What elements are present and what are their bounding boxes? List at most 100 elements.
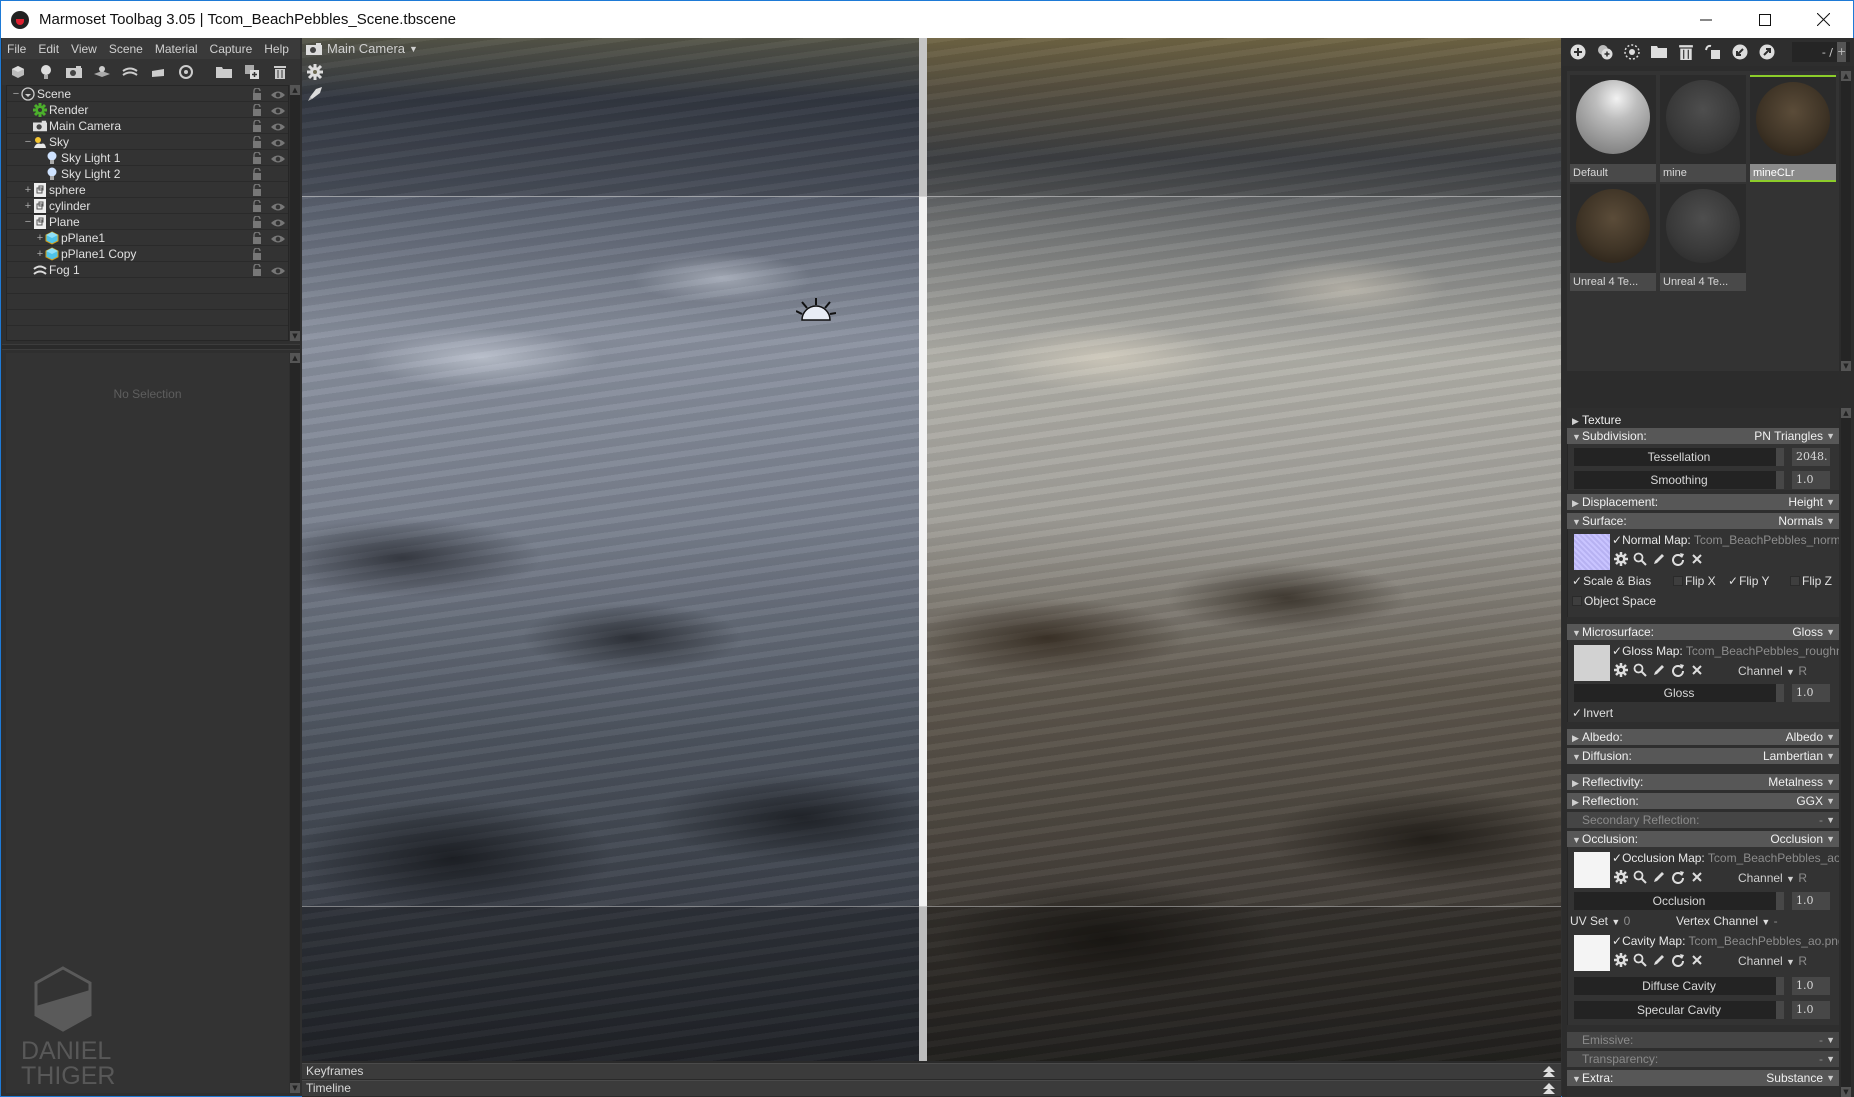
emissive-mode-dropdown[interactable]: - bbox=[1819, 1032, 1823, 1048]
expand-icon[interactable]: + bbox=[35, 248, 45, 260]
scene-tree-item[interactable]: Main Camera bbox=[7, 118, 288, 134]
expand-up-icon[interactable] bbox=[1543, 1066, 1555, 1078]
invert-checkbox[interactable]: ✓Invert bbox=[1572, 706, 1613, 720]
search-icon[interactable] bbox=[1633, 552, 1647, 566]
duplicate-material-icon[interactable] bbox=[1597, 44, 1613, 60]
scene-tree-item[interactable]: Sky Light 2 bbox=[7, 166, 288, 182]
rocket-icon[interactable] bbox=[307, 86, 323, 102]
tessellation-slider[interactable]: Tessellation bbox=[1574, 448, 1784, 466]
gloss-slider[interactable]: Gloss bbox=[1574, 684, 1784, 702]
scene-tree-item[interactable]: + pPlane1 bbox=[7, 230, 288, 246]
section-microsurface[interactable]: ▼Microsurface: Gloss ▼ bbox=[1567, 624, 1839, 640]
settings-gear-icon[interactable] bbox=[1614, 870, 1628, 884]
flip-y-checkbox[interactable]: ✓Flip Y bbox=[1728, 574, 1770, 588]
pencil-icon[interactable] bbox=[1652, 953, 1666, 967]
section-albedo[interactable]: ▶ Albedo: Albedo ▼ bbox=[1567, 729, 1839, 745]
scroll-down-icon[interactable]: ▼ bbox=[290, 331, 300, 341]
duplicate-icon[interactable] bbox=[244, 64, 260, 80]
material-tile[interactable]: Unreal 4 Te... bbox=[1570, 184, 1656, 291]
gloss-map-slot[interactable]: ✓Gloss Map: Tcom_BeachPebbles_roughn bbox=[1612, 644, 1839, 658]
cavity-channel-dropdown[interactable]: Channel ▼ R bbox=[1738, 954, 1807, 968]
section-reflectivity[interactable]: ▶ Reflectivity: Metalness ▼ bbox=[1567, 774, 1839, 790]
trash-icon[interactable] bbox=[272, 64, 288, 80]
gloss-map-thumbnail[interactable] bbox=[1574, 645, 1610, 681]
pencil-icon[interactable] bbox=[1652, 870, 1666, 884]
material-grid-scrollbar[interactable]: ▲ ▼ bbox=[1841, 71, 1851, 371]
visibility-eye-icon[interactable] bbox=[271, 153, 285, 163]
scene-tree-item[interactable]: Render bbox=[7, 102, 288, 118]
cavity-map-thumbnail[interactable] bbox=[1574, 935, 1610, 971]
subdivision-mode-dropdown[interactable]: PN Triangles bbox=[1754, 428, 1823, 444]
reload-icon[interactable] bbox=[1671, 552, 1685, 566]
close-button[interactable] bbox=[1794, 1, 1853, 38]
timeline-bar[interactable]: Timeline bbox=[302, 1080, 1561, 1096]
gloss-value[interactable]: 1.0 bbox=[1792, 684, 1830, 702]
settings-gear-icon[interactable] bbox=[307, 64, 323, 80]
menu-file[interactable]: File bbox=[7, 42, 26, 56]
settings-gear-icon[interactable] bbox=[1614, 552, 1628, 566]
diffusion-mode-dropdown[interactable]: Lambertian bbox=[1763, 748, 1823, 764]
reload-icon[interactable] bbox=[1671, 953, 1685, 967]
section-occlusion[interactable]: ▼Occlusion: Occlusion ▼ bbox=[1567, 831, 1839, 847]
lock-icon[interactable] bbox=[252, 183, 262, 196]
lock-icon[interactable] bbox=[252, 247, 262, 260]
add-mesh-icon[interactable] bbox=[10, 64, 26, 80]
extra-mode-dropdown[interactable]: Substance bbox=[1766, 1070, 1823, 1086]
search-icon[interactable] bbox=[1633, 870, 1647, 884]
occlusion-slider[interactable]: Occlusion bbox=[1574, 892, 1784, 910]
smoothing-value[interactable]: 1.0 bbox=[1792, 471, 1830, 489]
lock-icon[interactable] bbox=[252, 199, 262, 212]
section-secondary-reflection[interactable]: Secondary Reflection: - ▼ bbox=[1567, 812, 1839, 828]
menu-edit[interactable]: Edit bbox=[38, 42, 59, 56]
panel-splitter[interactable] bbox=[2, 344, 300, 350]
surface-mode-dropdown[interactable]: Normals bbox=[1778, 513, 1823, 529]
smoothing-slider[interactable]: Smoothing bbox=[1574, 471, 1784, 489]
material-template-icon[interactable] bbox=[1624, 44, 1640, 60]
section-surface[interactable]: ▼Surface: Normals ▼ bbox=[1567, 513, 1839, 529]
scene-tree-item[interactable]: + cylinder bbox=[7, 198, 288, 214]
expand-up-icon[interactable] bbox=[1543, 1083, 1555, 1095]
material-editor-scrollbar[interactable]: ▲ ▼ bbox=[1841, 408, 1851, 1097]
cavity-map-slot[interactable]: ✓Cavity Map: Tcom_BeachPebbles_ao.png bbox=[1612, 934, 1839, 948]
close-icon[interactable] bbox=[1690, 953, 1704, 967]
section-diffusion[interactable]: ▼Diffusion: Lambertian ▼ bbox=[1567, 748, 1839, 764]
section-transparency[interactable]: Transparency: - ▼ bbox=[1567, 1051, 1839, 1067]
maximize-button[interactable] bbox=[1735, 1, 1794, 38]
collapse-icon[interactable]: − bbox=[23, 136, 33, 148]
reload-icon[interactable] bbox=[1671, 663, 1685, 677]
diffuse-cavity-slider[interactable]: Diffuse Cavity bbox=[1574, 977, 1784, 995]
add-light-icon[interactable] bbox=[38, 64, 54, 80]
scene-tree-item[interactable]: − Plane bbox=[7, 214, 288, 230]
expand-icon[interactable]: + bbox=[23, 200, 33, 212]
split-view-divider[interactable] bbox=[919, 38, 927, 1061]
scene-tree-item[interactable]: − Sky bbox=[7, 134, 288, 150]
lock-icon[interactable] bbox=[252, 103, 262, 116]
sun-light-handle-icon[interactable] bbox=[796, 298, 836, 322]
lock-icon[interactable] bbox=[252, 119, 262, 132]
scene-tree-item[interactable]: + sphere bbox=[7, 182, 288, 198]
visibility-eye-icon[interactable] bbox=[271, 201, 285, 211]
scroll-up-icon[interactable]: ▲ bbox=[290, 85, 300, 95]
settings-gear-icon[interactable] bbox=[1614, 953, 1628, 967]
visibility-eye-icon[interactable] bbox=[271, 233, 285, 243]
lock-icon[interactable] bbox=[252, 167, 262, 180]
object-space-checkbox[interactable]: Object Space bbox=[1572, 594, 1656, 608]
lock-icon[interactable] bbox=[252, 215, 262, 228]
menu-view[interactable]: View bbox=[71, 42, 97, 56]
minimize-button[interactable] bbox=[1676, 1, 1735, 38]
settings-gear-icon[interactable] bbox=[1614, 663, 1628, 677]
add-turntable-icon[interactable] bbox=[150, 64, 166, 80]
flip-z-checkbox[interactable]: Flip Z bbox=[1790, 574, 1832, 588]
scroll-up-icon[interactable]: ▲ bbox=[290, 353, 300, 363]
add-camera-icon[interactable] bbox=[66, 64, 82, 80]
microsurface-mode-dropdown[interactable]: Gloss bbox=[1792, 624, 1823, 640]
expand-icon[interactable]: + bbox=[35, 232, 45, 244]
add-shadow-catcher-icon[interactable] bbox=[94, 64, 110, 80]
lock-icon[interactable] bbox=[252, 135, 262, 148]
gloss-channel-dropdown[interactable]: Channel ▼ R bbox=[1738, 664, 1807, 678]
occlusion-map-slot[interactable]: ✓Occlusion Map: Tcom_BeachPebbles_ao bbox=[1612, 851, 1839, 865]
occlusion-value[interactable]: 1.0 bbox=[1792, 892, 1830, 910]
pencil-icon[interactable] bbox=[1652, 552, 1666, 566]
scroll-up-icon[interactable]: ▲ bbox=[1841, 71, 1851, 81]
export-material-icon[interactable] bbox=[1759, 44, 1775, 60]
